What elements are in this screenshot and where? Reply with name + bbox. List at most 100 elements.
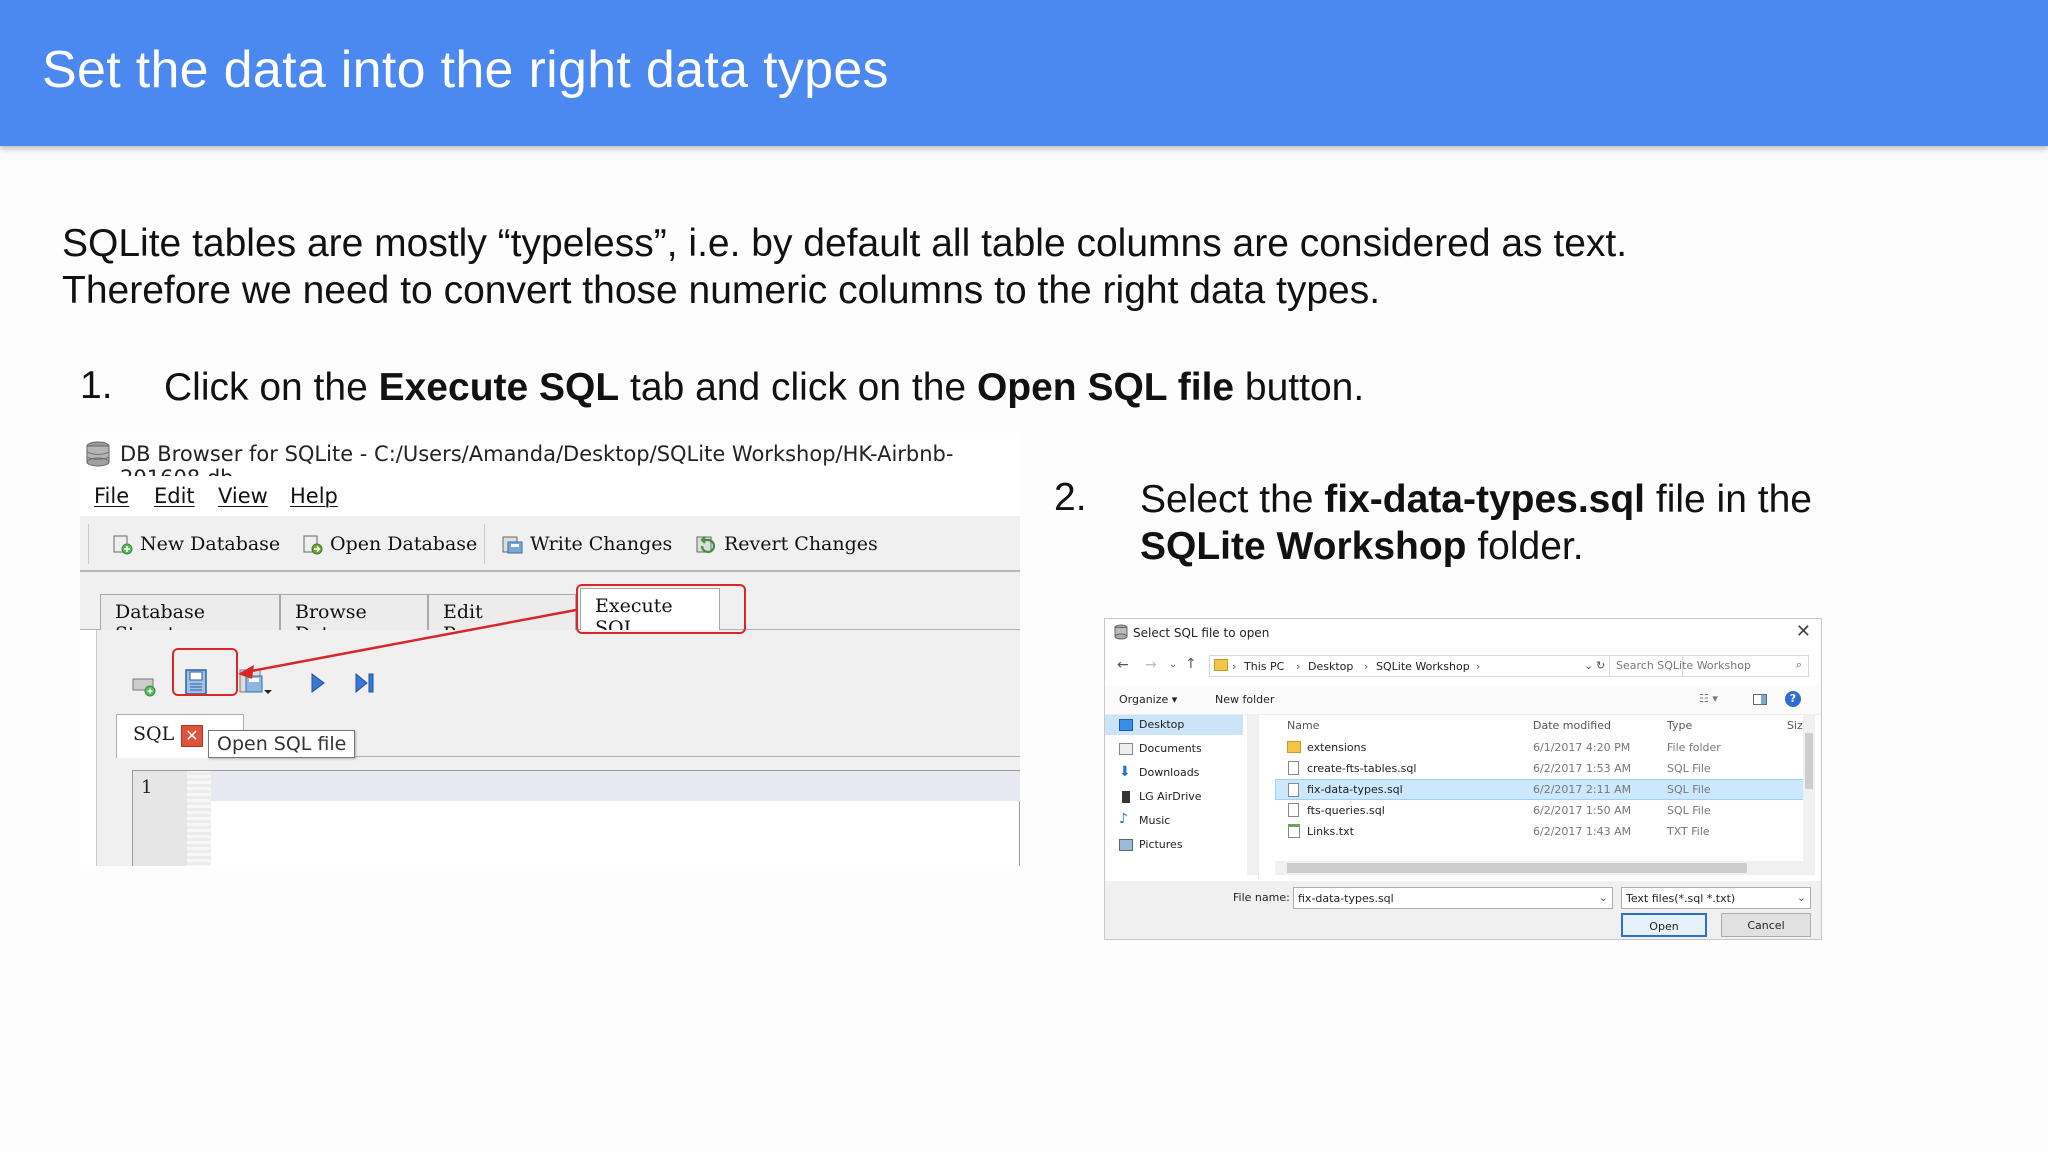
intro-line-1: SQLite tables are mostly “typeless”, i.e… <box>62 222 1628 265</box>
nav-pictures[interactable]: Pictures <box>1139 838 1183 858</box>
back-arrow-icon[interactable]: ← <box>1117 657 1129 673</box>
file-icon <box>1288 761 1299 775</box>
command-bar: Organize ▾ New folder ☷ ▾ ? <box>1105 685 1821 715</box>
text-file-icon <box>1288 824 1300 838</box>
file-name: fts-queries.sql <box>1307 804 1385 817</box>
path-this-pc[interactable]: This PC <box>1244 660 1284 673</box>
nav-music[interactable]: Music <box>1139 814 1170 834</box>
file-name: fix-data-types.sql <box>1307 783 1403 796</box>
file-type-select[interactable]: Text files(*.sql *.txt) ⌄ <box>1621 887 1811 909</box>
desktop-icon <box>1119 719 1133 731</box>
db-browser-screenshot: DB Browser for SQLite - C:/Users/Amanda/… <box>80 434 1020 866</box>
scrollbar-thumb[interactable] <box>1287 863 1747 873</box>
organize-button[interactable]: Organize ▾ <box>1119 693 1177 706</box>
file-list: Name Date modified Type Size extensions … <box>1275 715 1815 879</box>
step-1-part: tab and click on the <box>619 366 977 409</box>
new-folder-button[interactable]: New folder <box>1215 693 1274 706</box>
file-list-header: Name Date modified Type Size <box>1275 715 1815 735</box>
dialog-title: Select SQL file to open <box>1133 626 1270 640</box>
pictures-icon <box>1119 839 1133 851</box>
annotation-arrow <box>238 608 577 679</box>
downloads-icon: ⬇ <box>1119 764 1131 780</box>
intro-text: SQLite tables are mostly “typeless”, i.e… <box>62 220 1627 314</box>
file-date: 6/2/2017 1:50 AM <box>1533 804 1632 817</box>
search-input[interactable]: Search SQLite Workshop ⌕ <box>1609 655 1809 677</box>
file-name-value: fix-data-types.sql <box>1298 892 1394 905</box>
file-name: Links.txt <box>1307 825 1354 838</box>
step-2-part: Select the <box>1140 478 1325 521</box>
step-2-bold-folder: SQLite Workshop <box>1140 525 1467 568</box>
step-2-bold-filename: fix-data-types.sql <box>1324 478 1646 521</box>
file-name-label: File name: <box>1233 891 1290 904</box>
view-options-icon[interactable]: ☷ ▾ <box>1699 692 1718 705</box>
folder-icon <box>1214 659 1228 671</box>
intro-line-2: Therefore we need to convert those numer… <box>62 269 1381 312</box>
file-date: 6/1/2017 4:20 PM <box>1533 741 1631 754</box>
chevron-down-icon: ⌄ <box>1598 891 1608 904</box>
horizontal-scrollbar[interactable] <box>1275 861 1815 875</box>
database-icon <box>1114 624 1128 640</box>
nav-scrollbar[interactable] <box>1247 715 1259 875</box>
file-row[interactable]: Links.txt 6/2/2017 1:43 AM TXT File <box>1275 821 1805 842</box>
step-1-part: Click on the <box>164 366 379 409</box>
file-dialog-screenshot: Select SQL file to open ✕ ← → ⌄ ↑ › This… <box>1104 618 1822 940</box>
drive-icon <box>1122 791 1130 803</box>
column-name[interactable]: Name <box>1287 719 1319 732</box>
preview-pane-icon[interactable] <box>1753 694 1767 705</box>
column-type[interactable]: Type <box>1667 719 1692 732</box>
file-icon <box>1288 803 1299 817</box>
file-type: TXT File <box>1667 825 1710 838</box>
file-icon <box>1288 783 1299 797</box>
file-name: extensions <box>1307 741 1367 754</box>
close-icon[interactable]: ✕ <box>1796 621 1811 642</box>
scrollbar-thumb[interactable] <box>1805 733 1813 789</box>
file-row[interactable]: extensions 6/1/2017 4:20 PM File folder <box>1275 737 1805 758</box>
step-1-number: 1. <box>80 364 113 407</box>
step-2-text: Select the fix-data-types.sql file in th… <box>1140 476 1812 570</box>
file-type-value: Text files(*.sql *.txt) <box>1626 892 1736 905</box>
refresh-icon[interactable]: ↻ <box>1596 659 1605 672</box>
folder-icon <box>1287 741 1301 753</box>
nav-documents[interactable]: Documents <box>1139 742 1202 762</box>
documents-icon <box>1119 743 1133 755</box>
file-row[interactable]: fts-queries.sql 6/2/2017 1:50 AM SQL Fil… <box>1275 800 1805 821</box>
up-arrow-icon[interactable]: ↑ <box>1185 656 1197 672</box>
music-icon: ♪ <box>1119 811 1128 827</box>
dialog-footer: File name: fix-data-types.sql ⌄ Text fil… <box>1105 881 1821 939</box>
step-2-part: folder. <box>1466 525 1584 568</box>
recent-dropdown-icon[interactable]: ⌄ <box>1169 659 1177 670</box>
nav-desktop[interactable]: Desktop <box>1139 718 1184 738</box>
nav-lg-airdrive[interactable]: LG AirDrive <box>1139 790 1202 810</box>
step-1-part: button. <box>1234 366 1365 409</box>
step-2-number: 2. <box>1054 476 1087 519</box>
file-row-selected[interactable]: fix-data-types.sql 6/2/2017 2:11 AM SQL … <box>1275 779 1805 800</box>
help-icon[interactable]: ? <box>1785 691 1801 707</box>
file-row[interactable]: create-fts-tables.sql 6/2/2017 1:53 AM S… <box>1275 758 1805 779</box>
file-type: SQL File <box>1667 783 1711 796</box>
path-sqlite-workshop[interactable]: SQLite Workshop <box>1376 660 1470 673</box>
file-date: 6/2/2017 1:53 AM <box>1533 762 1632 775</box>
file-date: 6/2/2017 1:43 AM <box>1533 825 1632 838</box>
cancel-button[interactable]: Cancel <box>1721 913 1811 937</box>
step-1-bold-open-sql-file: Open SQL file <box>976 366 1235 409</box>
file-type: File folder <box>1667 741 1721 754</box>
nav-downloads[interactable]: Downloads <box>1139 766 1199 786</box>
path-desktop[interactable]: Desktop <box>1308 660 1353 673</box>
step-1-bold-execute-sql: Execute SQL <box>378 366 620 409</box>
forward-arrow-icon[interactable]: → <box>1145 657 1157 673</box>
step-1-text: Click on the Execute SQL tab and click o… <box>164 364 1364 411</box>
vertical-scrollbar[interactable] <box>1803 715 1815 861</box>
file-type: SQL File <box>1667 762 1711 775</box>
file-name-input[interactable]: fix-data-types.sql ⌄ <box>1293 887 1613 909</box>
navigation-pane: Desktop Documents ⬇ Downloads LG AirDriv… <box>1105 715 1259 879</box>
search-icon: ⌕ <box>1795 658 1802 671</box>
column-date-modified[interactable]: Date modified <box>1533 719 1611 732</box>
slide-title: Set the data into the right data types <box>42 41 889 99</box>
address-dropdown-icon[interactable]: ⌄ <box>1584 659 1593 672</box>
file-name: create-fts-tables.sql <box>1307 762 1417 775</box>
slide-header: Set the data into the right data types <box>0 0 2048 146</box>
chevron-down-icon: ⌄ <box>1796 891 1806 904</box>
open-button[interactable]: Open <box>1621 913 1707 937</box>
search-placeholder: Search SQLite Workshop <box>1616 659 1751 672</box>
step-2-part: file in the <box>1645 478 1812 521</box>
